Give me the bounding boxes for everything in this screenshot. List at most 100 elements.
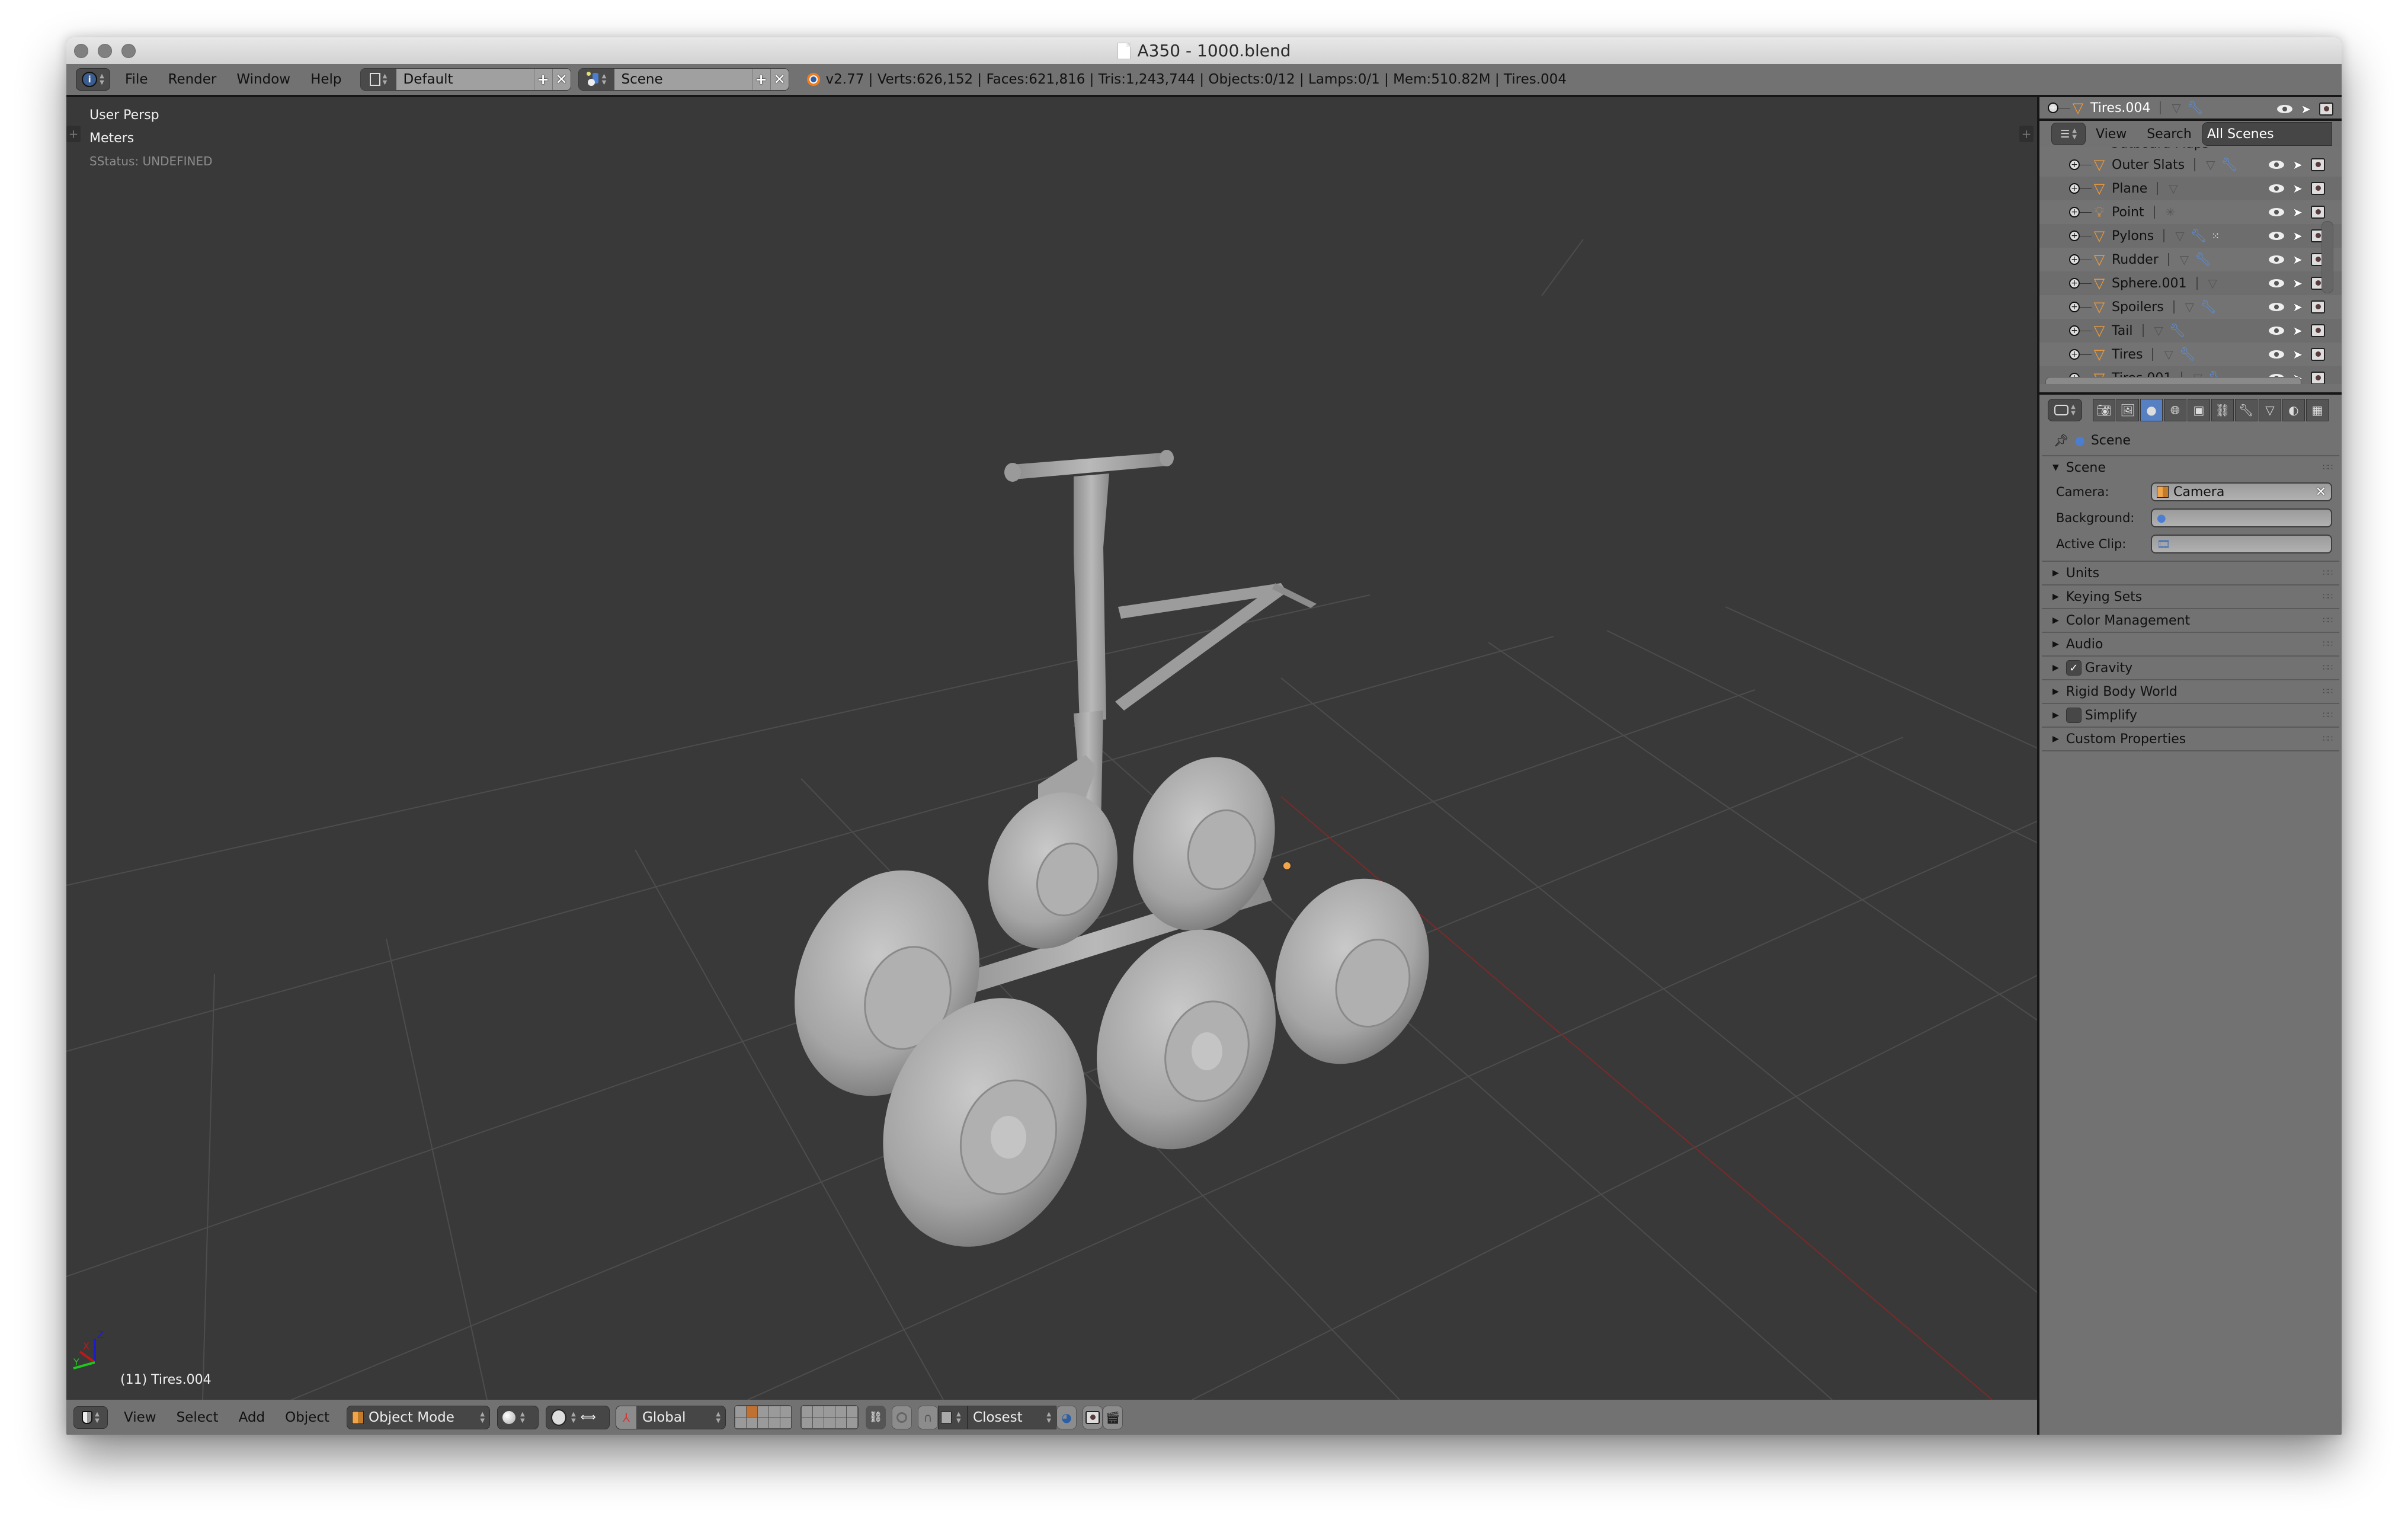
drag-grip-icon[interactable]: ∷∷ <box>2323 592 2333 601</box>
manipulator-toggle-icon[interactable]: ⟺ <box>581 1411 596 1423</box>
expand-icon[interactable]: + <box>2069 159 2080 170</box>
selectability-icon[interactable]: ➤ <box>2301 102 2311 116</box>
drag-grip-icon[interactable]: ∷∷ <box>2323 687 2333 696</box>
menu-render[interactable]: Render <box>158 72 227 87</box>
panel-audio[interactable]: ▶ Audio ∷∷ <box>2042 633 2339 657</box>
panel-enable-checkbox[interactable] <box>2066 708 2082 723</box>
outliner-item-name[interactable]: Rudder <box>2112 252 2159 267</box>
layer-buttons-group-2[interactable] <box>800 1405 859 1429</box>
expand-icon[interactable]: + <box>2069 231 2080 241</box>
selectability-icon[interactable]: ➤ <box>2292 229 2303 243</box>
renderability-icon[interactable] <box>2311 158 2325 171</box>
outliner-item-name[interactable]: Tires <box>2112 347 2143 362</box>
outliner-item[interactable]: + ▽ Tires ▽ 🔧︎ ➤ <box>2039 343 2342 366</box>
tab-constraints[interactable]: ⛓ <box>2211 399 2234 421</box>
menu-file[interactable]: File <box>115 72 158 87</box>
outliner-item-name[interactable]: Plane <box>2112 181 2147 196</box>
add-scene-icon[interactable]: + <box>751 69 770 90</box>
delete-screen-icon[interactable]: ✕ <box>552 69 571 90</box>
outliner-item[interactable]: + ▽ Tail ▽ 🔧︎ ➤ <box>2039 319 2342 343</box>
drag-grip-icon[interactable]: ∷∷ <box>2323 734 2333 744</box>
menu-add[interactable]: Add <box>229 1410 276 1425</box>
opengl-render-image-button[interactable] <box>1083 1405 1103 1429</box>
layer-buttons-group-1[interactable] <box>734 1405 793 1429</box>
drag-grip-icon[interactable]: ∷∷ <box>2323 639 2333 649</box>
visibility-icon[interactable] <box>2269 232 2285 240</box>
snap-align-rotation-button[interactable]: ◕ <box>1056 1405 1077 1429</box>
renderability-icon[interactable] <box>2319 103 2333 116</box>
tab-render[interactable]: 📷︎ <box>2093 399 2115 421</box>
screen-layout-name[interactable]: Default <box>396 69 534 90</box>
outliner-item[interactable]: + ▽ Rudder ▽ 🔧︎ ➤ <box>2039 248 2342 271</box>
panel-enable-checkbox[interactable]: ✓ <box>2066 660 2082 676</box>
delete-scene-icon[interactable]: ✕ <box>770 69 789 90</box>
panel-color-management[interactable]: ▶ Color Management ∷∷ <box>2042 609 2339 633</box>
outliner-item-name[interactable]: Spoilers <box>2112 300 2164 315</box>
panel-keying-sets[interactable]: ▶ Keying Sets ∷∷ <box>2042 585 2339 609</box>
editor-type-button-3d[interactable]: ▲ ▼ <box>73 1406 108 1429</box>
properties-editor-type-button[interactable]: ▲ ▼ <box>2048 399 2082 421</box>
drag-grip-icon[interactable]: ∷∷ <box>2323 711 2333 720</box>
expand-icon[interactable]: + <box>2069 278 2080 289</box>
visibility-icon[interactable] <box>2269 327 2285 335</box>
selectability-icon[interactable]: ➤ <box>2292 324 2303 338</box>
visibility-icon[interactable] <box>2269 208 2285 216</box>
panel-gravity[interactable]: ▶ ✓ Gravity ∷∷ <box>2042 657 2339 680</box>
outliner-list[interactable]: Outboard Flaps +▽Outer Slats▽🔧︎➤+▽Plane▽… <box>2039 147 2342 384</box>
properties-shelf-toggle[interactable]: + <box>2019 126 2034 142</box>
scene-selector[interactable]: ▲ ▼ Scene + ✕ <box>578 68 789 91</box>
tab-texture[interactable]: ▦ <box>2306 399 2329 421</box>
editor-type-button[interactable]: i ▲ ▼ <box>76 68 110 91</box>
expand-icon[interactable]: + <box>2048 103 2058 113</box>
snap-target-selector[interactable]: Closest ▲ ▼ <box>968 1405 1057 1429</box>
outliner-item-name[interactable]: Pylons <box>2112 229 2154 244</box>
outliner-item-name[interactable]: Sphere.001 <box>2112 276 2187 291</box>
visibility-icon[interactable] <box>2269 350 2285 359</box>
screen-layout-icon[interactable]: ▲ ▼ <box>360 69 396 90</box>
renderability-icon[interactable] <box>2311 324 2325 337</box>
tab-world[interactable]: 🌐︎ <box>2164 399 2186 421</box>
tab-modifiers[interactable]: 🔧︎ <box>2235 399 2258 421</box>
outliner-item[interactable]: + ▽ Pylons ▽ 🔧︎ ⁙ ➤ <box>2039 224 2342 248</box>
scene-icon[interactable]: ▲ ▼ <box>578 69 614 90</box>
expand-icon[interactable]: + <box>2069 349 2080 360</box>
mode-selector[interactable]: Object Mode ▲ ▼ <box>347 1405 491 1429</box>
panel-custom-properties[interactable]: ▶ Custom Properties ∷∷ <box>2042 728 2339 751</box>
outliner-item[interactable]: + ▽ Plane ▽ ➤ <box>2039 177 2342 200</box>
add-screen-icon[interactable]: + <box>533 69 552 90</box>
snap-toggle-button[interactable]: ∩ <box>918 1405 939 1429</box>
expand-icon[interactable]: + <box>2069 325 2080 336</box>
drag-grip-icon[interactable]: ∷∷ <box>2323 568 2333 578</box>
outliner-item[interactable]: + ▽ Sphere.001 ▽ ➤ <box>2039 271 2342 295</box>
tab-data[interactable]: ▽ <box>2259 399 2281 421</box>
snap-element-selector[interactable]: ▲ ▼ <box>938 1405 968 1429</box>
menu-view[interactable]: View <box>114 1410 166 1425</box>
outliner-editor-type-button[interactable]: ☰ ▲ ▼ <box>2051 123 2086 145</box>
outliner-item-partial[interactable]: Outboard Flaps <box>2039 147 2342 153</box>
visibility-icon[interactable] <box>2269 184 2285 193</box>
outliner-horizontal-scrollbar[interactable] <box>2045 377 2301 384</box>
outliner-active-row[interactable]: + ▽ Tires.004 ▽ 🔧︎ ➤ <box>2039 97 2342 121</box>
renderability-icon[interactable] <box>2311 372 2325 384</box>
renderability-icon[interactable] <box>2311 348 2325 361</box>
outliner-display-mode-selector[interactable]: All Scenes <box>2201 122 2332 146</box>
visibility-icon[interactable] <box>2269 161 2285 169</box>
renderability-icon[interactable] <box>2311 206 2325 219</box>
pin-icon[interactable]: 📌︎ <box>2054 433 2068 447</box>
panel-simplify[interactable]: ▶ Simplify ∷∷ <box>2042 704 2339 728</box>
viewport-shading-selector[interactable]: ▲ ▼ <box>497 1405 539 1429</box>
outliner-item[interactable]: + ▽ Spoilers ▽ 🔧︎ ➤ <box>2039 295 2342 319</box>
clear-camera-icon[interactable]: ✕ <box>2316 485 2326 500</box>
drag-grip-icon[interactable]: ∷∷ <box>2323 463 2333 472</box>
camera-field[interactable]: Camera ✕ <box>2151 482 2332 501</box>
expand-icon[interactable]: + <box>2069 302 2080 312</box>
panel-rigid-body-world[interactable]: ▶ Rigid Body World ∷∷ <box>2042 680 2339 704</box>
screen-layout-selector[interactable]: ▲ ▼ Default + ✕ <box>360 68 571 91</box>
menu-help[interactable]: Help <box>300 72 351 87</box>
expand-icon[interactable]: + <box>2069 183 2080 194</box>
tab-object[interactable]: ▣ <box>2188 399 2210 421</box>
landing-gear-model[interactable] <box>764 450 1454 1275</box>
3d-viewport[interactable]: + + User Persp Meters SStatus: UNDEFINED… <box>66 97 2039 1400</box>
menu-select[interactable]: Select <box>166 1410 229 1425</box>
visibility-icon[interactable] <box>2277 105 2293 113</box>
